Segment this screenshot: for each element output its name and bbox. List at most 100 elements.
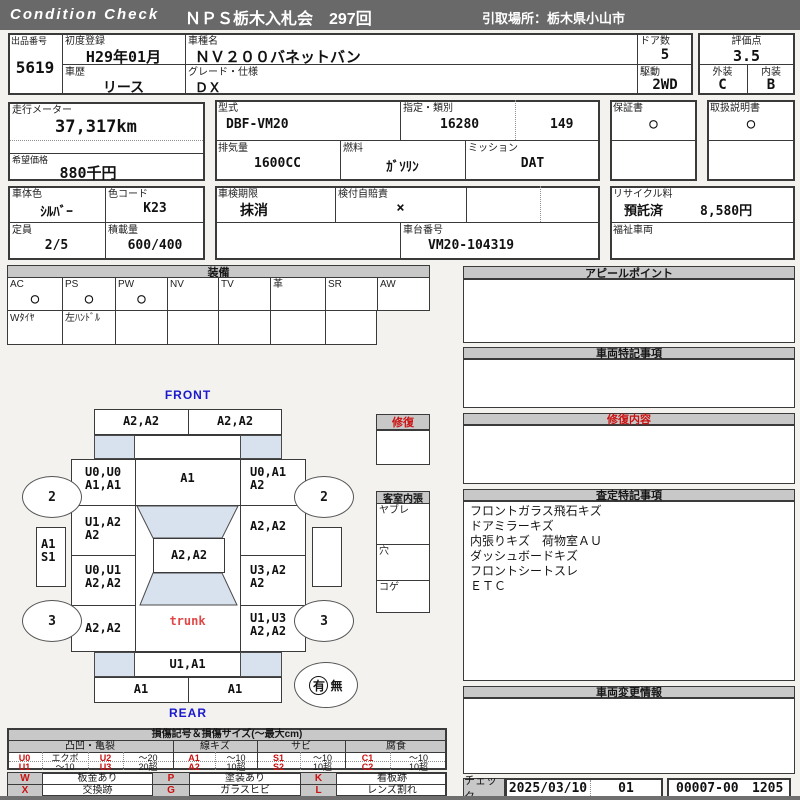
welfare-label: 福祉車両 <box>613 225 653 236</box>
color-code-label: 色コード <box>108 189 148 200</box>
assessment-item: フロントガラス飛石キズ <box>470 504 602 518</box>
meter-label: 走行メーター <box>12 105 72 116</box>
legend-group-rust: サビ <box>291 741 311 752</box>
body-color-label: 車体色 <box>12 189 42 200</box>
equip-label-pw: PW <box>118 279 135 290</box>
wheel-rear-left: 3 <box>22 600 82 642</box>
damage-right-fender: U0,A1 A2 <box>250 465 287 492</box>
none-mark: 無 <box>330 678 343 693</box>
equip-label-ac: AC <box>10 279 24 290</box>
damage-left-rear-door: U0,U1 A2,A2 <box>85 563 122 590</box>
appeal-body <box>463 279 795 343</box>
check-code-3: 1205 <box>752 781 784 796</box>
equip-label-leather: 革 <box>273 279 283 290</box>
equip-extra-label-2: 左ﾊﾝﾄﾞﾙ <box>65 313 100 324</box>
assessment-list: フロントガラス飛石キズ ドアミラーキズ 内張りキズ 荷物室ＡＵ ダッシュボードキ… <box>470 504 790 594</box>
meter-value: 37,317km <box>55 117 137 137</box>
class-no-1: 16280 <box>440 117 480 132</box>
spare-tire-indicator: 有 無 <box>294 662 358 708</box>
interior-hole-label: 穴 <box>379 546 389 557</box>
legend-group-corrosion: 腐食 <box>386 741 406 752</box>
auction-no-label: 出品番号 <box>11 36 48 46</box>
legend-code: U3 <box>99 762 112 772</box>
wheel-front-right: 2 <box>294 476 354 518</box>
rear-corner-left <box>94 652 135 677</box>
damage-roof: A2,A2 <box>170 548 208 562</box>
mission: DAT <box>520 156 545 171</box>
repair-body <box>463 425 795 484</box>
load: 600/400 <box>127 238 183 253</box>
legend-mark-desc: 交換跡 <box>82 785 113 796</box>
legend-mark-desc: レンズ割れ <box>367 785 417 796</box>
notes-header: 車両特記事項 <box>463 347 795 360</box>
damage-rear-panel: U1,A1 <box>169 657 206 671</box>
check-code-1: 01 <box>618 781 634 796</box>
check-date: 2025/03/10 <box>508 781 588 796</box>
auction-no: 5619 <box>15 58 55 77</box>
check-code-2: 00007-00 <box>676 781 739 796</box>
doors: 5 <box>660 47 670 63</box>
capacity: 2/5 <box>44 238 69 253</box>
inspection-label: 車検期限 <box>218 189 258 200</box>
load-label: 積載量 <box>108 225 138 236</box>
equip-extra-6 <box>270 310 326 345</box>
body-color: ｼﾙﾊﾞｰ <box>40 205 73 220</box>
legend-group-scratch: 線キズ <box>200 741 230 752</box>
interior-burn-label: コゲ <box>379 582 399 593</box>
interior-grade: B <box>766 77 776 93</box>
wheel-rear-right: 3 <box>294 600 354 642</box>
model-code: DBF-VM20 <box>226 117 289 132</box>
auction-title: ＮＰＳ栃木入札会 297回 <box>185 11 372 28</box>
rear-corner-right <box>240 652 282 677</box>
warranty-label: 保証書 <box>613 103 643 114</box>
equip-mark-ps: ○ <box>84 291 94 307</box>
appeal-header: アピールポイント <box>463 266 795 280</box>
repair-mini-body <box>376 430 430 465</box>
equip-extra-label-1: Wﾀｲﾔ <box>10 313 35 324</box>
fuel-label: 燃料 <box>343 143 363 154</box>
damage-right-quarter: U1,U3 A2,A2 <box>250 611 287 638</box>
equip-extra-5 <box>218 310 271 345</box>
pickup-location: 引取場所：栃木県小山市 <box>482 11 626 26</box>
damage-right-rear-door: U3,A2 A2 <box>250 563 287 590</box>
equip-label-sr: SR <box>328 279 342 290</box>
legend-code: S2 <box>272 762 284 772</box>
legend-desc: 10超 <box>408 762 428 772</box>
insurance-mark: × <box>396 200 405 216</box>
warranty-mark: ○ <box>649 116 658 132</box>
recycle-label: リサイクル料 <box>613 189 673 200</box>
class-label: 指定・類別 <box>403 103 453 114</box>
condition-check-sheet: Condition Check ＮＰＳ栃木入札会 297回 引取場所：栃木県小山… <box>0 0 800 800</box>
history: リース <box>102 80 145 96</box>
legend-code: A2 <box>188 762 200 772</box>
assessment-item: ＥＴＣ <box>470 579 507 593</box>
manual-mark: ○ <box>746 116 756 132</box>
front-corner-left <box>94 435 135 459</box>
class-no-2: 149 <box>550 117 574 132</box>
legend-desc: 10超 <box>226 762 246 772</box>
assessment-item: ドアミラーキズ <box>470 519 554 533</box>
damage-front-bumper-left: A2,A2 <box>122 414 160 428</box>
model-name: ＮＶ２００バネットバン <box>195 48 361 66</box>
assessment-item: フロントシートスレ <box>470 564 579 578</box>
damage-left-quarter: A2,A2 <box>85 621 122 635</box>
equip-mark-pw: ○ <box>137 291 146 307</box>
equip-extra-3 <box>115 310 168 345</box>
legend-mark-desc: ガラスヒビ <box>220 785 270 796</box>
capacity-label: 定員 <box>12 225 32 236</box>
insurance-label: 検付自賠責 <box>338 189 388 200</box>
wheel-front-left: 2 <box>22 476 82 518</box>
mission-label: ミッション <box>468 143 518 154</box>
trunk-label: trunk <box>169 614 206 628</box>
damage-rear-bumper-left: A1 <box>133 682 149 696</box>
doors-label: ドア数 <box>640 36 670 47</box>
repair-header: 修復内容 <box>463 413 795 426</box>
legend-code: C2 <box>361 762 374 772</box>
bottom-edge <box>0 796 800 800</box>
damage-right-front-door: A2,A2 <box>250 519 287 533</box>
notes-body <box>463 359 795 408</box>
score: 3.5 <box>732 47 761 65</box>
price-value: 880千円 <box>59 164 117 182</box>
fuel: ｶﾞｿﾘﾝ <box>386 160 419 175</box>
model-code-label: 型式 <box>218 103 238 114</box>
